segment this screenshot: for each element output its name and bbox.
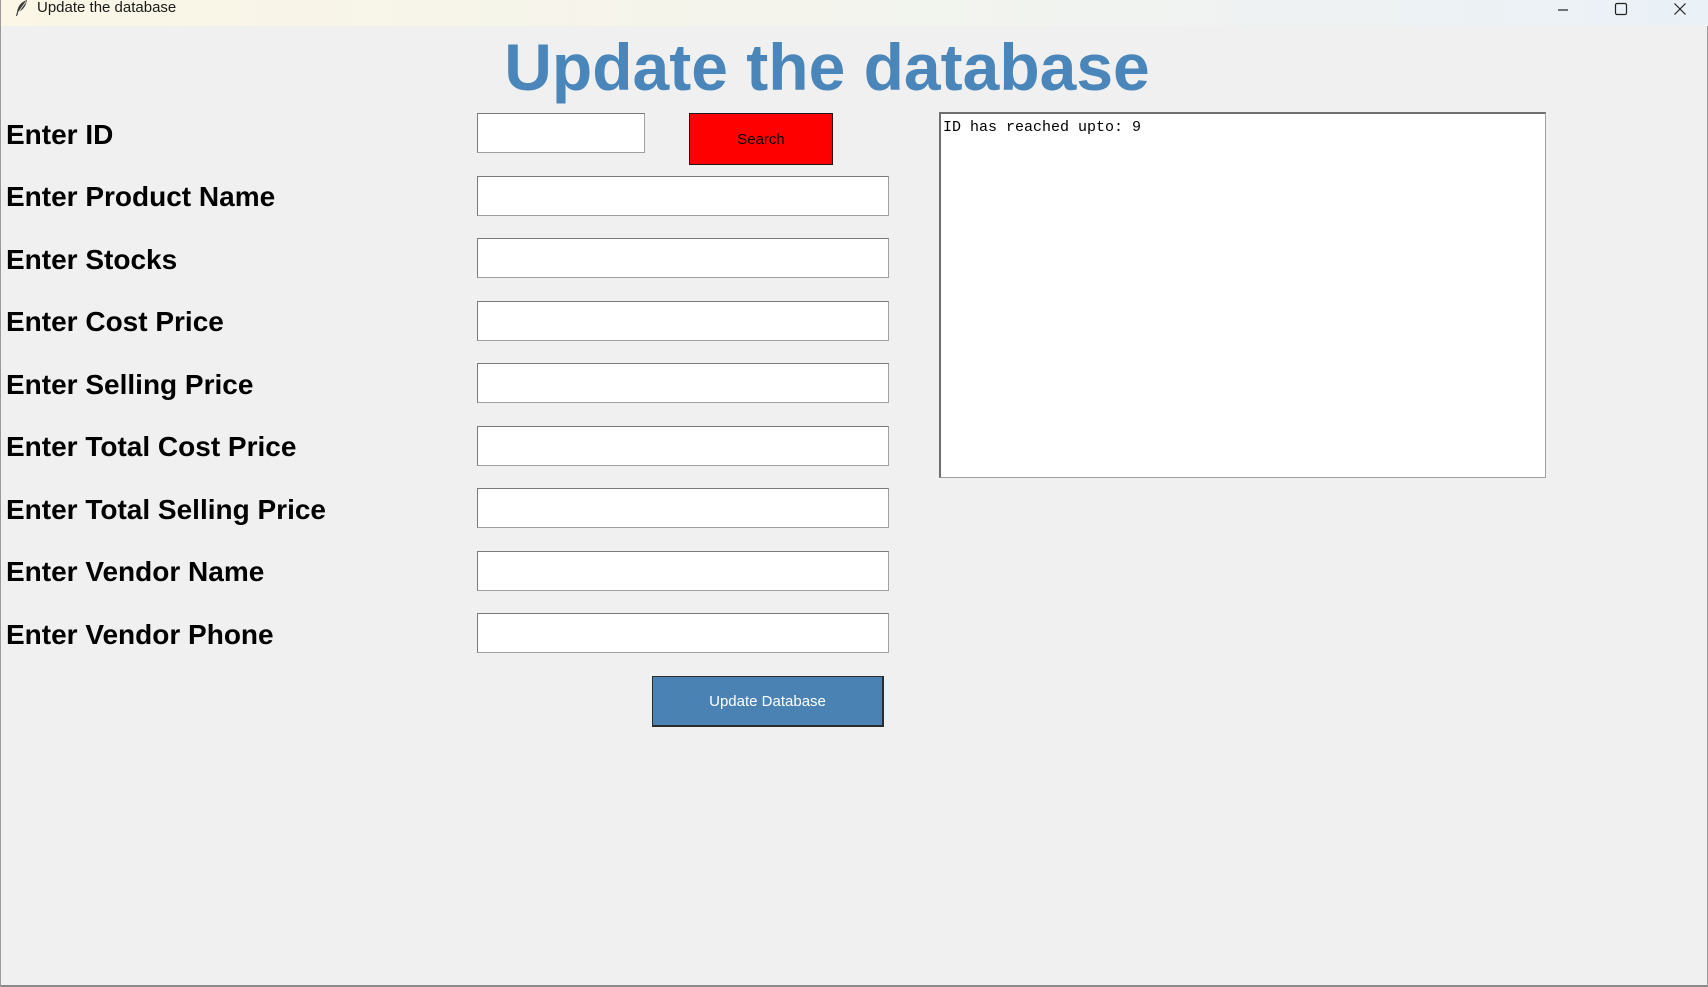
selling-price-input[interactable] [477, 363, 889, 403]
label-selling-price: Enter Selling Price [6, 369, 254, 400]
total-cost-price-input[interactable] [477, 426, 889, 466]
minimize-icon [1557, 2, 1569, 20]
window-title: Update the database [37, 0, 177, 16]
close-icon [1673, 2, 1687, 21]
vendor-phone-input[interactable] [477, 613, 889, 653]
close-button[interactable] [1651, 0, 1708, 22]
total-selling-price-input[interactable] [477, 488, 889, 528]
label-total-selling-price: Enter Total Selling Price [6, 494, 327, 525]
label-cost-price: Enter Cost Price [6, 306, 224, 337]
vendor-name-input[interactable] [477, 551, 889, 591]
maximize-button[interactable] [1592, 0, 1650, 22]
maximize-icon [1614, 2, 1628, 21]
label-stocks: Enter Stocks [6, 244, 178, 275]
label-vendor-name: Enter Vendor Name [6, 556, 265, 587]
cost-price-input[interactable] [477, 301, 889, 341]
label-total-cost-price: Enter Total Cost Price [6, 431, 297, 462]
title-bar[interactable]: Update the database [1, 0, 1708, 26]
product-name-input[interactable] [477, 176, 889, 216]
app-window: Update the database Update the database … [0, 0, 1708, 987]
search-button[interactable]: Search [689, 113, 833, 165]
label-product-name: Enter Product Name [6, 181, 276, 212]
id-input[interactable] [477, 113, 645, 153]
update-database-button[interactable]: Update Database [652, 676, 884, 727]
stocks-input[interactable] [477, 238, 889, 278]
minimize-button[interactable] [1534, 0, 1592, 22]
feather-icon [15, 0, 29, 16]
page-title: Update the database [504, 30, 1150, 104]
label-id: Enter ID [6, 119, 114, 150]
label-vendor-phone: Enter Vendor Phone [6, 619, 274, 650]
output-textarea[interactable]: ID has reached upto: 9 [939, 112, 1546, 478]
